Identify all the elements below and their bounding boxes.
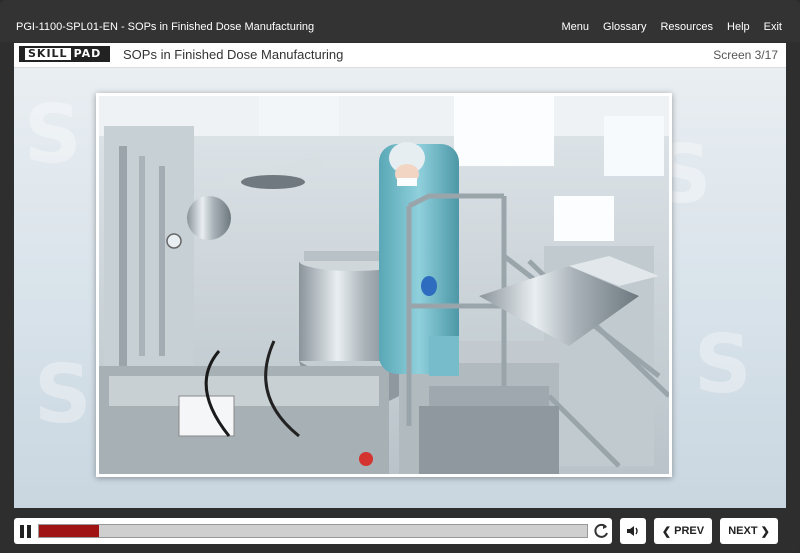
- player-controls: ❮ PREV NEXT ❯: [0, 510, 800, 553]
- resources-link[interactable]: Resources: [660, 21, 713, 33]
- audio-button[interactable]: [620, 518, 646, 544]
- exit-link[interactable]: Exit: [764, 21, 782, 33]
- help-link[interactable]: Help: [727, 21, 750, 33]
- skillpad-logo: SKILL PAD: [19, 46, 111, 62]
- speaker-icon: [627, 526, 638, 536]
- menu-link[interactable]: Menu: [562, 21, 590, 33]
- top-bar: PGI-1100-SPL01-EN - SOPs in Finished Dos…: [0, 0, 800, 42]
- logo-left-text: SKILL: [25, 48, 71, 60]
- prev-button[interactable]: ❮ PREV: [654, 518, 712, 544]
- next-label: NEXT: [728, 525, 758, 537]
- cleanroom-illustration: [99, 96, 669, 474]
- cleanroom-equipment-photo: [99, 96, 669, 474]
- course-code: PGI-1100-SPL01-EN - SOPs in Finished Dos…: [16, 21, 315, 33]
- progress-bar[interactable]: [38, 524, 588, 538]
- top-menu: Menu Glossary Resources Help Exit: [562, 21, 782, 33]
- replay-icon: [594, 523, 608, 538]
- course-title: SOPs in Finished Dose Manufacturing: [123, 47, 344, 62]
- chevron-left-icon: ❮: [661, 525, 672, 538]
- course-player-window: PGI-1100-SPL01-EN - SOPs in Finished Dos…: [0, 0, 800, 553]
- pause-button[interactable]: [20, 525, 32, 538]
- prev-label: PREV: [674, 525, 705, 537]
- background-watermark: S: [694, 318, 752, 411]
- background-watermark: S: [34, 348, 92, 441]
- background-watermark: S: [24, 88, 82, 181]
- next-button[interactable]: NEXT ❯: [720, 518, 778, 544]
- replay-button[interactable]: [592, 521, 610, 541]
- screen-counter: Screen 3/17: [713, 48, 778, 62]
- progress-panel: [14, 518, 612, 544]
- title-bar: SKILL PAD SOPs in Finished Dose Manufact…: [14, 43, 786, 68]
- chevron-right-icon: ❯: [760, 525, 770, 538]
- logo-right-text: PAD: [70, 48, 105, 60]
- slide-image-frame: [96, 93, 672, 477]
- glossary-link[interactable]: Glossary: [603, 21, 646, 33]
- progress-fill: [39, 525, 100, 537]
